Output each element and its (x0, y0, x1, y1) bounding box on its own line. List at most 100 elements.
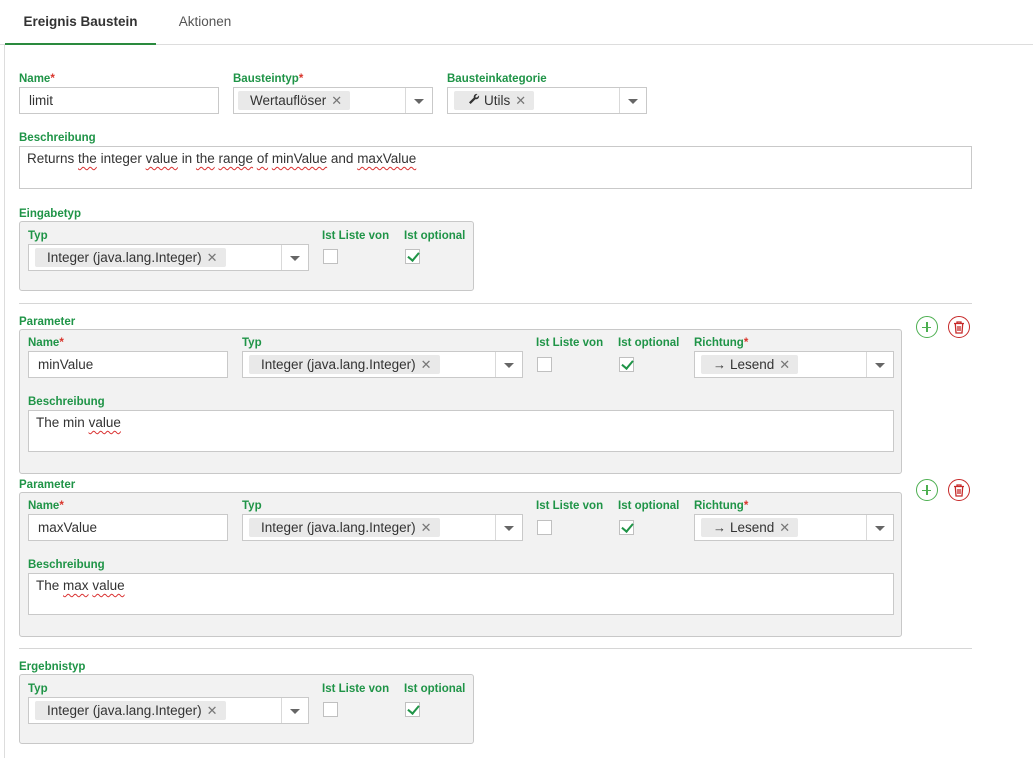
tab-ereignis-baustein[interactable]: Ereignis Baustein (5, 0, 156, 45)
ergebnistyp-typ-select[interactable]: Integer (java.lang.Integer) ✕ (28, 697, 309, 724)
bausteintyp-select[interactable]: Wertauflöser ✕ (233, 87, 433, 114)
parameter-ist-liste-von-label: Ist Liste von (536, 500, 604, 512)
bausteintyp-label: Bausteintyp* (233, 73, 304, 85)
parameter-beschreibung-label: Beschreibung (28, 396, 105, 408)
parameter-panel: Name* maxValue Typ Integer (java.lang.In… (19, 492, 902, 637)
parameter-richtung-select[interactable]: → Lesend ✕ (694, 514, 894, 541)
remove-chip-icon[interactable]: ✕ (779, 520, 790, 535)
eingabetyp-ist-liste-von-checkbox[interactable] (323, 249, 338, 264)
parameter-name-input[interactable]: minValue (28, 351, 228, 378)
left-divider (4, 44, 5, 758)
chevron-down-icon[interactable] (875, 363, 885, 368)
trash-icon (954, 483, 964, 497)
chevron-down-icon[interactable] (504, 526, 514, 531)
bausteinkategorie-label: Bausteinkategorie (447, 73, 547, 85)
eingabetyp-ist-optional-label: Ist optional (404, 230, 466, 242)
select-divider (866, 515, 867, 540)
eingabetyp-panel: Typ Integer (java.lang.Integer) ✕ Ist Lis… (19, 221, 474, 291)
parameter-richtung-label: Richtung* (694, 337, 749, 349)
remove-chip-icon[interactable]: ✕ (331, 93, 342, 108)
parameter-panel: Name* minValue Typ Integer (java.lang.In… (19, 329, 902, 474)
select-divider (281, 245, 282, 270)
parameter-section-label: Parameter (19, 316, 76, 328)
select-divider (866, 352, 867, 377)
chevron-down-icon[interactable] (628, 99, 638, 104)
ergebnistyp-ist-optional-checkbox[interactable] (405, 702, 420, 717)
ergebnistyp-ist-liste-von-label: Ist Liste von (322, 683, 390, 695)
eingabetyp-typ-chip: Integer (java.lang.Integer) ✕ (35, 248, 226, 267)
eingabetyp-typ-select[interactable]: Integer (java.lang.Integer) ✕ (28, 244, 309, 271)
ergebnistyp-section-label: Ergebnistyp (19, 661, 86, 673)
remove-chip-icon[interactable]: ✕ (207, 250, 218, 265)
wrench-icon (468, 91, 480, 110)
ergebnistyp-typ-label: Typ (28, 683, 48, 695)
parameter-typ-chip: Integer (java.lang.Integer) ✕ (249, 518, 440, 537)
parameter-ist-optional-checkbox[interactable] (619, 357, 634, 372)
remove-chip-icon[interactable]: ✕ (779, 357, 790, 372)
parameter-ist-optional-label: Ist optional (618, 337, 680, 349)
chevron-down-icon[interactable] (290, 709, 300, 714)
parameter-richtung-label: Richtung* (694, 500, 749, 512)
bausteinkategorie-select[interactable]: Utils ✕ (447, 87, 647, 114)
tab-aktionen[interactable]: Aktionen (164, 0, 246, 45)
parameter-ist-liste-von-label: Ist Liste von (536, 337, 604, 349)
divider (19, 303, 972, 304)
select-divider (619, 88, 620, 113)
parameter-beschreibung-textarea[interactable]: The min value (28, 410, 894, 452)
parameter-typ-label: Typ (242, 500, 262, 512)
add-parameter-button[interactable] (916, 479, 938, 501)
select-divider (281, 698, 282, 723)
arrow-right-icon: → (713, 357, 726, 372)
eingabetyp-typ-label: Typ (28, 230, 48, 242)
parameter-typ-select[interactable]: Integer (java.lang.Integer) ✕ (242, 514, 523, 541)
parameter-typ-select[interactable]: Integer (java.lang.Integer) ✕ (242, 351, 523, 378)
divider (19, 648, 972, 649)
parameter-typ-chip: Integer (java.lang.Integer) ✕ (249, 355, 440, 374)
name-input[interactable]: limit (19, 87, 219, 114)
parameter-ist-optional-checkbox[interactable] (619, 520, 634, 535)
select-divider (405, 88, 406, 113)
eingabetyp-ist-optional-checkbox[interactable] (405, 249, 420, 264)
parameter-richtung-chip: → Lesend ✕ (701, 518, 799, 537)
parameter-section-label: Parameter (19, 479, 76, 491)
parameter-ist-optional-label: Ist optional (618, 500, 680, 512)
parameter-name-input[interactable]: maxValue (28, 514, 228, 541)
parameter-beschreibung-textarea[interactable]: The max value (28, 573, 894, 615)
add-parameter-button[interactable] (916, 316, 938, 338)
parameter-richtung-select[interactable]: → Lesend ✕ (694, 351, 894, 378)
chevron-down-icon[interactable] (290, 256, 300, 261)
chevron-down-icon[interactable] (504, 363, 514, 368)
page: Ereignis Baustein Aktionen Name* limit B… (0, 0, 1033, 758)
ergebnistyp-panel: Typ Integer (java.lang.Integer) ✕ Ist Lis… (19, 674, 474, 744)
parameter-richtung-chip: → Lesend ✕ (701, 355, 799, 374)
remove-chip-icon[interactable]: ✕ (421, 520, 432, 535)
delete-parameter-button[interactable] (948, 316, 970, 338)
ergebnistyp-typ-chip: Integer (java.lang.Integer) ✕ (35, 701, 226, 720)
eingabetyp-ist-liste-von-label: Ist Liste von (322, 230, 390, 242)
select-divider (495, 352, 496, 377)
delete-parameter-button[interactable] (948, 479, 970, 501)
parameter-ist-liste-von-checkbox[interactable] (537, 520, 552, 535)
select-divider (495, 515, 496, 540)
remove-chip-icon[interactable]: ✕ (515, 93, 526, 108)
parameter-name-label: Name* (28, 337, 64, 349)
name-label: Name* (19, 73, 55, 85)
parameter-beschreibung-label: Beschreibung (28, 559, 105, 571)
remove-chip-icon[interactable]: ✕ (207, 703, 218, 718)
beschreibung-label: Beschreibung (19, 132, 96, 144)
ergebnistyp-ist-liste-von-checkbox[interactable] (323, 702, 338, 717)
arrow-right-icon: → (713, 520, 726, 535)
parameter-typ-label: Typ (242, 337, 262, 349)
chevron-down-icon[interactable] (414, 99, 424, 104)
parameter-name-label: Name* (28, 500, 64, 512)
parameter-ist-liste-von-checkbox[interactable] (537, 357, 552, 372)
chevron-down-icon[interactable] (875, 526, 885, 531)
bausteinkategorie-chip: Utils ✕ (454, 91, 535, 110)
ergebnistyp-ist-optional-label: Ist optional (404, 683, 466, 695)
remove-chip-icon[interactable]: ✕ (421, 357, 432, 372)
tab-bar: Ereignis Baustein Aktionen (0, 0, 1033, 45)
beschreibung-textarea[interactable]: Returns the integer value in the range o… (19, 146, 972, 189)
bausteintyp-chip: Wertauflöser ✕ (238, 91, 351, 110)
trash-icon (954, 320, 964, 334)
eingabetyp-section-label: Eingabetyp (19, 208, 81, 220)
